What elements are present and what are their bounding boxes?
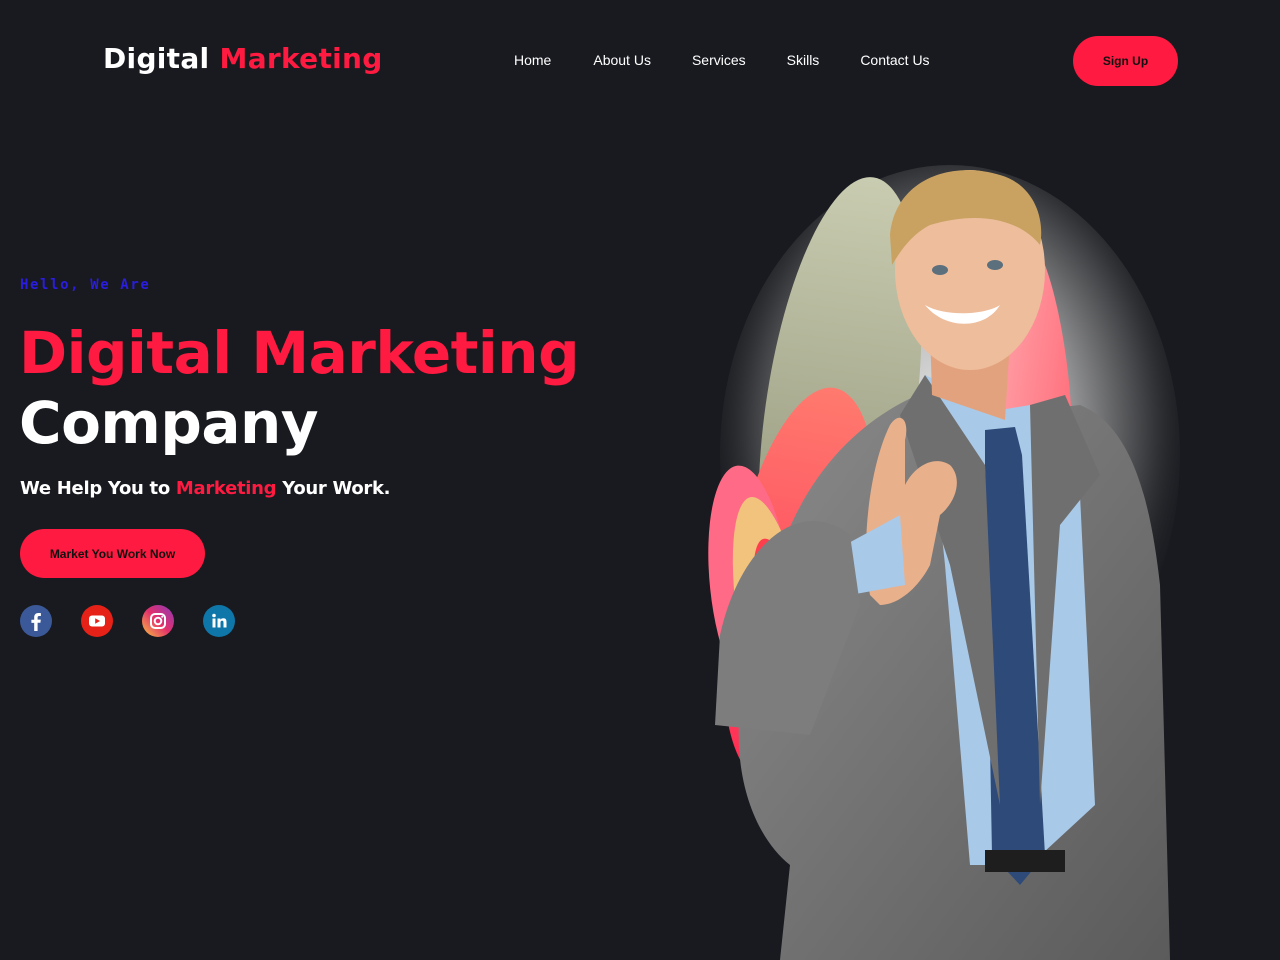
tagline-suffix: Your Work. [276,478,391,499]
nav-skills[interactable]: Skills [787,52,820,68]
instagram-icon[interactable] [142,605,174,637]
youtube-icon[interactable] [81,605,113,637]
nav-about-us[interactable]: About Us [593,52,651,68]
tagline-highlight: Marketing [175,478,277,499]
nav-home[interactable]: Home [514,52,551,68]
sign-up-button[interactable]: Sign Up [1073,36,1178,86]
linkedin-icon[interactable] [203,605,235,637]
hero-tagline: We Help You to Marketing Your Work. [20,478,391,499]
site-logo[interactable]: Digital Marketing [103,42,383,75]
hero-title: Digital Marketing Company [19,318,580,458]
market-now-button[interactable]: Market You Work Now [20,529,205,578]
hero-title-line1: Digital Marketing [19,319,580,387]
hero-eyebrow: Hello, We Are [20,277,151,293]
hero-businessman-image [708,165,1180,960]
main-nav: Home About Us Services Skills Contact Us [514,50,930,70]
nav-services[interactable]: Services [692,52,746,68]
logo-word-digital: Digital [103,42,210,75]
logo-word-marketing: Marketing [219,42,383,75]
nav-contact-us[interactable]: Contact Us [860,52,929,68]
tagline-prefix: We Help You to [20,478,176,499]
hero-title-line2: Company [19,389,319,457]
facebook-icon[interactable] [20,605,52,637]
